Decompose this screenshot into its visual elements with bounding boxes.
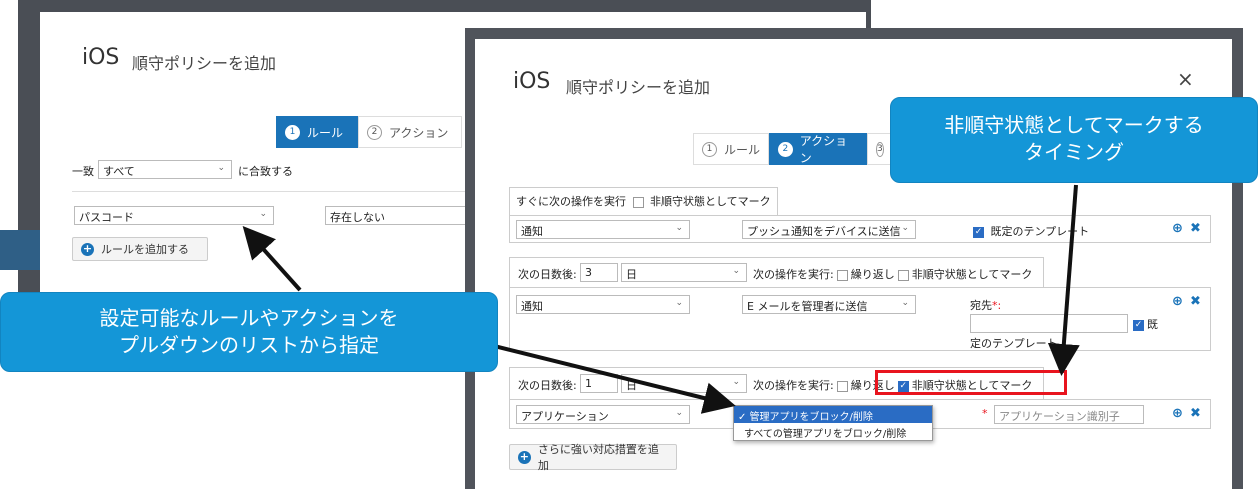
arrow-to-dropdown	[469, 338, 736, 414]
callout-right: 非順守状態としてマークする タイミング	[890, 97, 1258, 183]
callout-left-line2: プルダウンのリストから指定	[119, 333, 379, 357]
callout-right-line1: 非順守状態としてマークする	[944, 113, 1204, 137]
callout-left: 設定可能なルールやアクションを プルダウンのリストから指定	[0, 292, 498, 372]
arrow-to-mark-checkbox	[1047, 184, 1080, 376]
annotation-arrows	[242, 184, 1080, 414]
arrow-to-rule-select	[242, 226, 302, 292]
callout-right-line2: タイミング	[1024, 140, 1124, 164]
callout-left-line1: 設定可能なルールやアクションを	[99, 306, 399, 330]
